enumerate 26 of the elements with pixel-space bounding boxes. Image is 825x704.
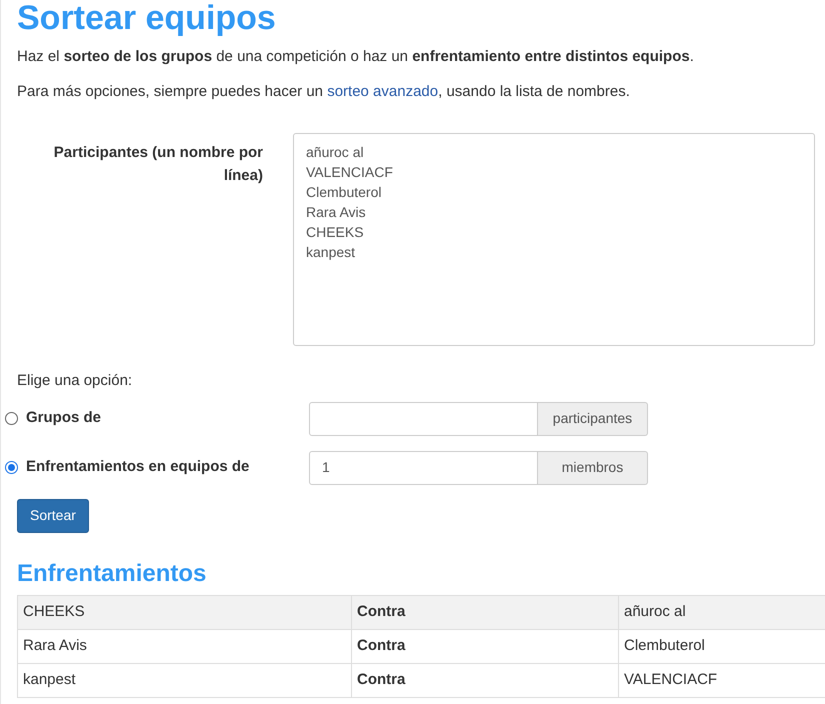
draw-button[interactable]: Sortear: [17, 498, 89, 532]
team-name: añuroc al: [624, 602, 686, 620]
team-name: kanpest: [23, 670, 76, 688]
intro-text: Haz el sorteo de los grupos de una competición o haz un enfrentamiento entre distintos equipos.: [17, 47, 694, 67]
page-title: Sortear equipos: [17, 0, 276, 38]
versus-label: Contra: [357, 636, 406, 654]
choose-label: Elige una opción:: [17, 371, 132, 391]
team-name: Clembuterol: [624, 636, 705, 654]
versus-label: Contra: [357, 602, 406, 620]
team-name: CHEEKS: [23, 602, 85, 620]
input-addon: miembros: [538, 450, 648, 484]
participants-textarea[interactable]: añuroc al VALENCIACF Clembuterol Rara Avis CHEEKS kanpest: [293, 133, 815, 346]
results-heading: Enfrentamientos: [17, 558, 206, 588]
number-input[interactable]: [309, 402, 538, 436]
more-options-text: Para más opciones, siempre puedes hacer un sorteo avanzado, usando la lista de nombres.: [17, 82, 630, 102]
advanced-draw-link[interactable]: sorteo avanzado: [327, 82, 438, 100]
number-input[interactable]: 1: [309, 450, 538, 484]
radio-button[interactable]: [5, 412, 18, 425]
input-addon: participantes: [538, 402, 648, 436]
versus-label: Contra: [357, 670, 406, 688]
radio-button[interactable]: [5, 461, 18, 474]
participants-label: Participantes (un nombre por línea): [52, 143, 263, 186]
option-label: Grupos de: [26, 408, 102, 428]
team-name: VALENCIACF: [624, 670, 718, 688]
option-label: Enfrentamientos en equipos de: [26, 457, 250, 478]
team-name: Rara Avis: [23, 636, 87, 654]
